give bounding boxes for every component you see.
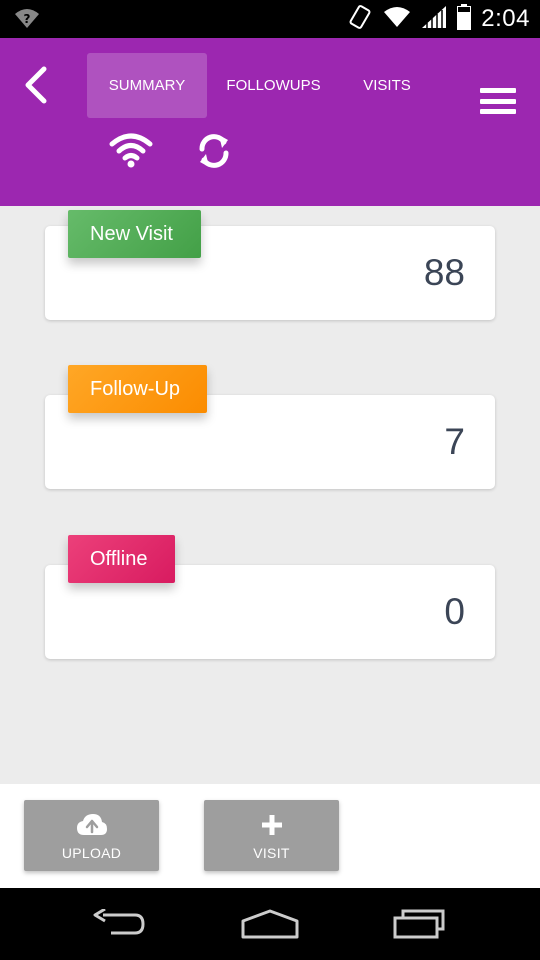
nav-recents-button[interactable]	[380, 902, 460, 946]
menu-icon	[480, 88, 516, 93]
battery-icon	[457, 3, 472, 35]
status-time: 2:04	[481, 5, 530, 32]
visit-button[interactable]: VISIT	[204, 800, 339, 871]
new-visit-count: 88	[423, 252, 465, 293]
back-button[interactable]	[14, 60, 58, 110]
back-arrow-icon	[25, 66, 47, 104]
nav-back-button[interactable]	[80, 902, 160, 946]
sync-icon	[199, 134, 229, 168]
app-header: SUMMARY FOLLOWUPS VISITS	[0, 38, 540, 206]
upload-label: UPLOAD	[61, 844, 122, 861]
wifi-button[interactable]	[108, 132, 154, 168]
nav-home-icon	[241, 909, 299, 939]
cell-signal-icon	[421, 5, 447, 34]
system-nav-bar	[0, 888, 540, 960]
menu-icon-bar	[480, 98, 516, 104]
nav-home-button[interactable]	[230, 902, 310, 946]
follow-up-label: Follow-Up	[68, 365, 207, 413]
rotation-icon	[347, 4, 373, 35]
menu-icon-bar	[480, 109, 516, 114]
wifi-icon	[383, 6, 411, 33]
follow-up-count: 7	[444, 421, 465, 462]
upload-button[interactable]: UPLOAD	[24, 800, 159, 871]
offline-label: Offline	[68, 535, 175, 583]
nav-recents-icon	[393, 909, 445, 939]
offline-count: 0	[444, 591, 465, 632]
tab-followups[interactable]: FOLLOWUPS	[207, 53, 340, 118]
plus-icon	[260, 811, 284, 839]
nav-back-icon	[93, 909, 145, 935]
tab-summary[interactable]: SUMMARY	[87, 53, 207, 118]
bottom-action-bar: UPLOAD VISIT	[0, 784, 540, 888]
tab-bar: SUMMARY FOLLOWUPS VISITS	[87, 53, 434, 118]
wifi-unknown-icon: ?	[14, 7, 40, 34]
menu-button[interactable]	[478, 84, 518, 118]
svg-text:?: ?	[24, 12, 31, 26]
tab-visits[interactable]: VISITS	[340, 53, 434, 118]
wifi-icon	[109, 133, 153, 168]
sync-button[interactable]	[194, 131, 234, 171]
status-bar: ? 2:04	[0, 0, 540, 38]
new-visit-label: New Visit	[68, 210, 201, 258]
visit-label: VISIT	[253, 844, 290, 861]
cloud-upload-icon	[76, 811, 108, 839]
